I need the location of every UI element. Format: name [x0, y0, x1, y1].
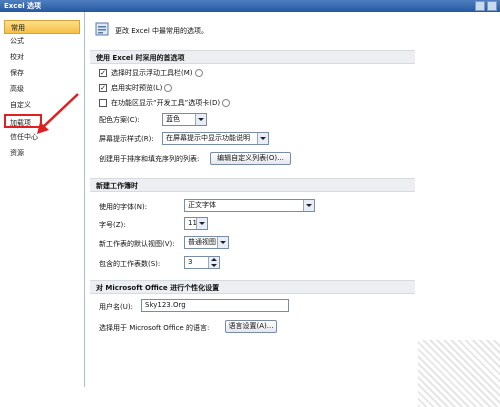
font-label: 使用的字体(N):	[99, 203, 148, 211]
info-icon	[164, 84, 173, 92]
color-scheme-label: 配色方案(C):	[99, 116, 140, 124]
developer-tab-label: 在功能区显示“开发工具”选项卡(D)	[111, 98, 231, 108]
sidebar-item-proofing[interactable]: 校对	[4, 50, 80, 64]
chevron-down-icon	[217, 237, 228, 248]
red-arrow-annotation	[37, 93, 79, 134]
close-button[interactable]	[487, 1, 497, 11]
sidebar-item-label: 高级	[10, 85, 24, 93]
sidebar-item-formulas[interactable]: 公式	[4, 34, 80, 48]
sheet-count-stepper[interactable]: 3	[184, 256, 220, 269]
sidebar-item-label: 加载项	[10, 119, 31, 127]
live-preview-label: 启用实时预览(L)	[111, 83, 173, 93]
language-label: 选择用于 Microsoft Office 的语言:	[99, 324, 210, 332]
section-header-personalize: 对 Microsoft Office 进行个性化设置	[90, 280, 415, 294]
window-title-bar: Excel 选项	[0, 0, 500, 12]
sidebar: 常用 公式 校对 保存 高级 自定义 加载项 信任中心 资源	[0, 12, 85, 387]
chevron-down-icon	[196, 218, 207, 229]
screentip-style-select[interactable]: 在屏幕提示中显示功能说明	[162, 132, 269, 145]
font-select[interactable]: 正文字体	[184, 199, 315, 212]
font-size-select[interactable]: 11	[184, 217, 208, 230]
sidebar-item-label: 保存	[10, 69, 24, 77]
user-name-input[interactable]: Sky123.Org	[141, 299, 289, 312]
info-icon	[222, 99, 231, 107]
sidebar-item-save[interactable]: 保存	[4, 66, 80, 80]
color-scheme-select[interactable]: 蓝色	[162, 113, 207, 126]
language-settings-button[interactable]: 语言设置(A)...	[225, 320, 277, 333]
chevron-down-icon	[303, 200, 314, 211]
sidebar-item-label: 资源	[10, 149, 24, 157]
section-header-preferences: 使用 Excel 时采用的首选项	[90, 50, 415, 64]
sidebar-item-resources[interactable]: 资源	[4, 146, 80, 160]
options-pane: 更改 Excel 中最常用的选项。 使用 Excel 时采用的首选项 ✓ 选择时…	[85, 12, 500, 387]
sidebar-item-label: 自定义	[10, 101, 31, 109]
help-button[interactable]	[475, 1, 485, 11]
info-icon	[194, 69, 203, 77]
live-preview-checkbox[interactable]: ✓	[99, 84, 107, 92]
window-title: Excel 选项	[4, 2, 42, 10]
sidebar-item-label: 校对	[10, 53, 24, 61]
spinner-arrows-icon[interactable]	[208, 257, 219, 268]
custom-lists-label: 创建用于排序和填充序列的列表:	[99, 155, 200, 163]
mini-toolbar-label: 选择时显示浮动工具栏(M)	[111, 68, 203, 78]
developer-tab-checkbox[interactable]	[99, 99, 107, 107]
mini-toolbar-checkbox[interactable]: ✓	[99, 69, 107, 77]
chevron-down-icon	[257, 133, 268, 144]
screentip-style-label: 屏幕提示样式(R):	[99, 135, 154, 143]
decorative-pattern	[418, 340, 500, 407]
user-name-label: 用户名(U):	[99, 303, 133, 311]
section-header-new-workbook: 新建工作簿时	[90, 178, 415, 192]
default-view-label: 新工作表的默认视图(V):	[99, 240, 175, 248]
chevron-down-icon	[195, 114, 206, 125]
default-view-select[interactable]: 普通视图	[184, 236, 229, 249]
page-description: 更改 Excel 中最常用的选项。	[115, 27, 208, 35]
sidebar-item-label: 常用	[11, 24, 25, 32]
options-icon	[95, 22, 109, 36]
edit-custom-lists-button[interactable]: 编辑自定义列表(O)...	[210, 152, 291, 165]
sidebar-item-label: 公式	[10, 37, 24, 45]
font-size-label: 字号(Z):	[99, 221, 126, 229]
sidebar-item-common[interactable]: 常用	[4, 20, 80, 34]
sheet-count-label: 包含的工作表数(S):	[99, 260, 161, 268]
